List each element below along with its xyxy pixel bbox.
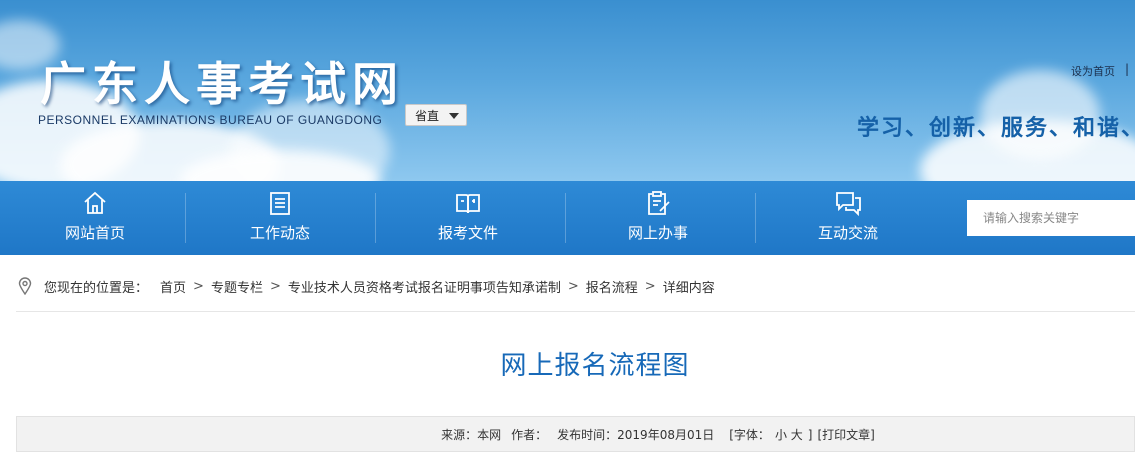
breadcrumb-separator: > [269,278,281,294]
caret-down-icon [449,113,459,119]
nav-item-home[interactable]: 网站首页 [0,181,190,255]
nav-label: 工作动态 [249,224,310,242]
header-banner: 广东人事考试网 PERSONNEL EXAMINATIONS BUREAU OF… [0,0,1135,181]
breadcrumb-current: 详细内容 [662,280,715,296]
nav-item-exam-documents[interactable]: 报考文件 [373,181,563,255]
article-author: 作者： [511,427,548,442]
chat-bubbles-icon [836,192,861,217]
article-source: 来源：本网 [441,427,502,442]
breadcrumb-commitment-system[interactable]: 专业技术人员资格考试报名证明事项告知承诺制 [288,277,561,296]
breadcrumb-separator: > [193,278,204,294]
nav-label: 网站首页 [64,224,125,242]
main-nav: 网站首页 工作动态 报考文件 网上办事 互动交流 [0,181,1135,255]
font-size-control: [字体： 小 大] [724,426,817,443]
breadcrumb-special-topics[interactable]: 专题专栏 [211,277,263,296]
breadcrumb-home[interactable]: 首页 [160,277,186,296]
document-list-icon [270,192,290,215]
search-input[interactable] [967,200,1135,236]
font-size-label: [字体： [729,427,770,442]
article-title: 网上报名流程图 [500,351,690,381]
breadcrumb-registration-process[interactable]: 报名流程 [586,277,638,296]
set-homepage-link[interactable]: 设为首页 [1071,63,1115,79]
location-pin-icon [18,277,32,295]
book-icon [456,194,480,214]
nav-item-work-news[interactable]: 工作动态 [185,181,375,255]
edit-clipboard-icon [648,191,670,215]
nav-label: 报考文件 [437,224,498,242]
breadcrumb-separator: > [567,278,579,294]
slogan: 学习、创新、服务、和谐、 [857,116,1135,141]
breadcrumb-separator: > [644,278,656,294]
breadcrumb-prefix: 您现在的位置是： [44,280,149,296]
print-article-button[interactable]: [打印文章] [817,426,874,443]
nav-item-online-services[interactable]: 网上办事 [563,181,753,255]
site-subtitle: PERSONNEL EXAMINATIONS BUREAU OF GUANGDO… [38,113,383,127]
divider [16,311,1135,312]
article-publish-time: 发布时间：2019年08月01日 [557,427,715,442]
region-select[interactable]: 省直 [405,104,467,126]
font-small-button[interactable]: 小 [775,428,787,442]
font-size-close: ] [807,427,813,442]
nav-label: 互动交流 [817,224,878,242]
region-select-value: 省直 [415,108,440,123]
nav-item-interaction[interactable]: 互动交流 [753,181,943,255]
article-meta-bar: 来源：本网 作者： 发布时间：2019年08月01日 [字体： 小 大] [打印文… [16,416,1135,452]
site-title: 广东人事考试网 [40,57,404,111]
nav-label: 网上办事 [627,224,688,242]
font-large-button[interactable]: 大 [791,428,803,442]
top-link-separator: | [1125,62,1130,76]
breadcrumb: 您现在的位置是： 首页 > 专题专栏 > 专业技术人员资格考试报名证明事项告知承… [18,276,715,296]
home-icon [84,191,106,214]
